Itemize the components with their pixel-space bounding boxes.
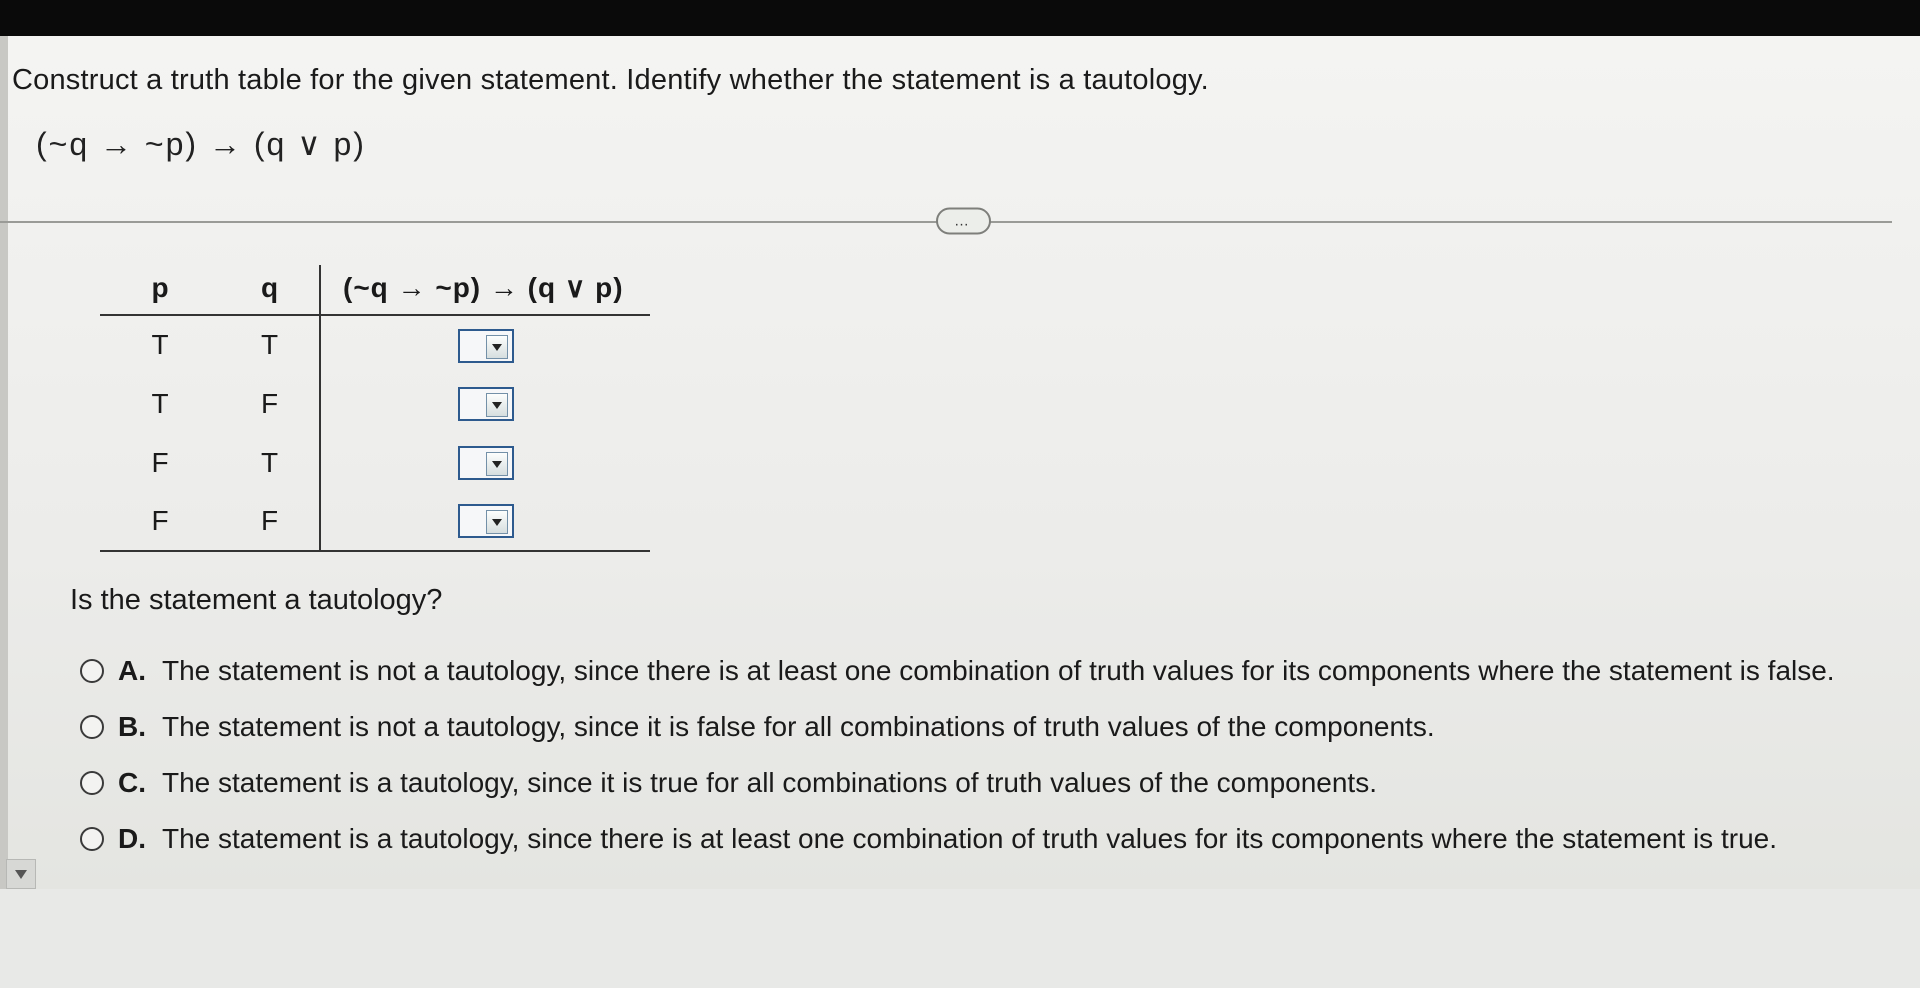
- cell-answer: [320, 315, 650, 375]
- radio-b[interactable]: [80, 715, 104, 739]
- cell-answer: [320, 492, 650, 552]
- option-label: A.: [118, 655, 148, 687]
- cell-p: F: [100, 433, 220, 492]
- col-header-expression: (~q → ~p) → (q ∨ p): [320, 265, 650, 315]
- window-titlebar: [0, 0, 1920, 36]
- table-row: F T: [100, 433, 650, 492]
- col-header-q: q: [220, 265, 320, 315]
- radio-c[interactable]: [80, 771, 104, 795]
- cell-p: T: [100, 375, 220, 434]
- chevron-down-icon: [486, 510, 508, 534]
- divider-ellipsis-button[interactable]: …: [936, 208, 991, 235]
- radio-d[interactable]: [80, 827, 104, 851]
- chevron-down-icon: [486, 452, 508, 476]
- cell-p: F: [100, 492, 220, 552]
- section-divider: …: [0, 207, 1892, 235]
- cell-p: T: [100, 315, 220, 375]
- left-gutter: [0, 36, 8, 889]
- truth-table: p q (~q → ~p) → (q ∨ p) T T: [100, 265, 650, 552]
- truth-table-wrap: p q (~q → ~p) → (q ∨ p) T T: [0, 265, 1892, 552]
- cell-answer: [320, 433, 650, 492]
- truth-value-dropdown[interactable]: [458, 387, 514, 421]
- table-row: T F: [100, 375, 650, 434]
- cell-q: T: [220, 433, 320, 492]
- option-label: C.: [118, 767, 148, 799]
- scroll-down-icon[interactable]: [6, 859, 36, 889]
- answer-options: A. The statement is not a tautology, sin…: [0, 655, 1892, 855]
- option-label: D.: [118, 823, 148, 855]
- option-text: The statement is not a tautology, since …: [162, 655, 1835, 687]
- option-text: The statement is not a tautology, since …: [162, 711, 1435, 743]
- cell-q: T: [220, 315, 320, 375]
- option-a: A. The statement is not a tautology, sin…: [80, 655, 1892, 687]
- truth-value-dropdown[interactable]: [458, 329, 514, 363]
- table-header-row: p q (~q → ~p) → (q ∨ p): [100, 265, 650, 315]
- followup-question: Is the statement a tautology?: [0, 584, 1892, 617]
- instruction-text: Construct a truth table for the given st…: [0, 64, 1892, 97]
- truth-value-dropdown[interactable]: [458, 446, 514, 480]
- cell-answer: [320, 375, 650, 434]
- cell-q: F: [220, 375, 320, 434]
- chevron-down-icon: [486, 335, 508, 359]
- question-page: Construct a truth table for the given st…: [0, 36, 1920, 889]
- cell-q: F: [220, 492, 320, 552]
- truth-value-dropdown[interactable]: [458, 504, 514, 538]
- option-b: B. The statement is not a tautology, sin…: [80, 711, 1892, 743]
- option-label: B.: [118, 711, 148, 743]
- option-text: The statement is a tautology, since it i…: [162, 767, 1377, 799]
- table-row: F F: [100, 492, 650, 552]
- table-row: T T: [100, 315, 650, 375]
- logical-formula: (~q → ~p) → (q ∨ p): [0, 125, 1892, 163]
- radio-a[interactable]: [80, 659, 104, 683]
- option-c: C. The statement is a tautology, since i…: [80, 767, 1892, 799]
- option-d: D. The statement is a tautology, since t…: [80, 823, 1892, 855]
- option-text: The statement is a tautology, since ther…: [162, 823, 1777, 855]
- chevron-down-icon: [486, 393, 508, 417]
- col-header-p: p: [100, 265, 220, 315]
